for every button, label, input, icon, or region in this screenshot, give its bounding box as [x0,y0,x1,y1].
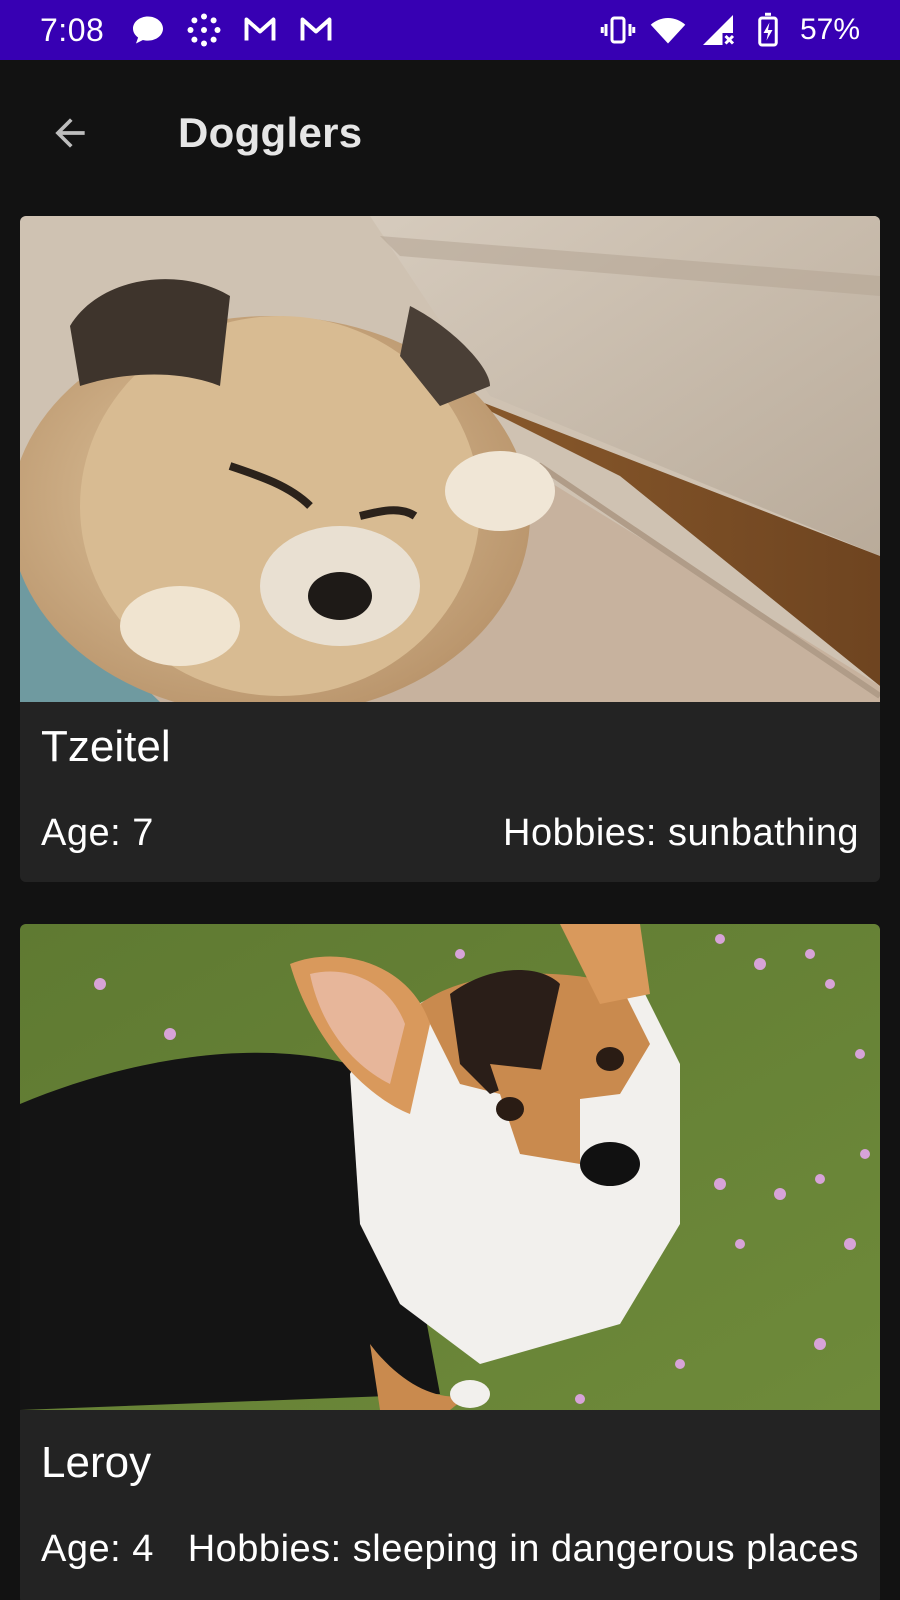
app-bar: Dogglers [0,60,900,206]
system-icons: 57% [600,12,860,48]
dog-card[interactable]: Leroy Age: 4 Hobbies: sleeping in danger… [20,924,880,1600]
vibrate-icon [600,12,636,48]
dog-hobbies: Hobbies: sleeping in dangerous places [187,1528,859,1570]
notification-icons [130,12,334,48]
dog-age: Age: 7 [41,812,154,854]
app-title: Dogglers [178,109,363,156]
back-button[interactable] [42,105,98,161]
battery-charging-icon [750,12,786,48]
status-time: 7:08 [40,11,105,48]
chat-bubble-icon [130,12,166,48]
signal-icon [700,12,736,48]
dog-name: Tzeitel [41,722,171,771]
gmail-icon [298,12,334,48]
dog-list[interactable]: Tzeitel Age: 7 Hobbies: sunbathing Leroy… [0,206,900,1600]
gmail-icon [242,12,278,48]
dog-photo [20,924,880,1410]
dog-card[interactable]: Tzeitel Age: 7 Hobbies: sunbathing [20,216,880,882]
wifi-icon [650,12,686,48]
arrow-back-icon [55,118,85,148]
dog-name: Leroy [41,1438,152,1487]
dog-photo [20,216,880,702]
status-bar: 7:08 57% [0,0,900,60]
battery-percent: 57% [799,13,860,46]
dog-hobbies: Hobbies: sunbathing [503,812,859,854]
loading-ring-icon [186,12,222,48]
dog-age: Age: 4 [41,1528,154,1570]
